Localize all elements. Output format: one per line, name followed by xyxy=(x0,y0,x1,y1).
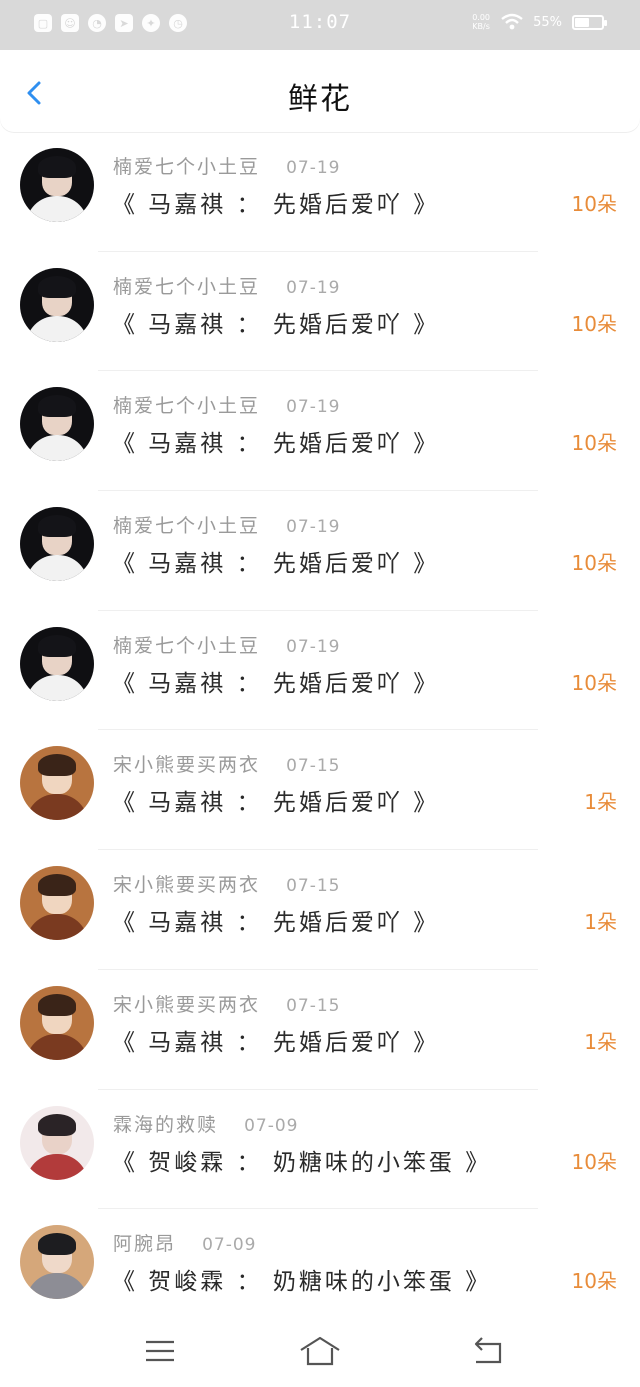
back-nav-button[interactable] xyxy=(470,1334,506,1368)
avatar[interactable] xyxy=(20,507,94,582)
book-title: 《 马嘉祺 ： 先婚后爱吖 》 xyxy=(112,192,440,218)
back-arrow-icon xyxy=(474,1337,502,1364)
avatar[interactable] xyxy=(20,387,94,462)
status-icons-right: 0.00 KB/s 55% xyxy=(471,13,607,31)
user-meta: 楠爱七个小土豆 07-19 xyxy=(113,152,340,179)
gift-date: 07-19 xyxy=(286,636,341,657)
list-item[interactable]: 楠爱七个小土豆 07-19 《 马嘉祺 ： 先婚后爱吖 》 10朵 xyxy=(0,132,640,252)
menu-button[interactable] xyxy=(142,1334,178,1368)
gift-date: 07-09 xyxy=(244,1115,299,1136)
user-name: 楠爱七个小土豆 xyxy=(113,156,261,178)
book-title: 《 贺峻霖 ： 奶糖味的小笨蛋 》 xyxy=(112,1149,492,1176)
flower-count: 10朵 xyxy=(571,1269,617,1294)
user-meta: 宋小熊要买两衣 07-15 xyxy=(113,870,340,897)
flower-list: 楠爱七个小土豆 07-19 《 马嘉祺 ： 先婚后爱吖 》 10朵 楠爱七个小土… xyxy=(0,132,640,1329)
flower-count: 10朵 xyxy=(571,551,617,576)
user-name: 楠爱七个小土豆 xyxy=(113,275,261,298)
flower-count: 1朵 xyxy=(584,1029,617,1054)
user-meta: 霖海的救赎 07-09 xyxy=(113,1110,298,1137)
user-meta: 楠爱七个小土豆 07-19 xyxy=(113,272,340,299)
page-title: 鲜花 xyxy=(288,82,352,117)
avatar[interactable] xyxy=(20,866,94,941)
list-item[interactable]: 宋小熊要买两衣 07-15 《 马嘉祺 ： 先婚后爱吖 》 1朵 xyxy=(0,970,640,1090)
book-title: 《 贺峻霖 ： 奶糖味的小笨蛋 》 xyxy=(112,1269,492,1296)
user-meta: 宋小熊要买两衣 07-15 xyxy=(113,990,340,1017)
avatar[interactable] xyxy=(20,746,94,821)
flower-count: 10朵 xyxy=(571,311,617,336)
user-name: 阿腕昂 xyxy=(113,1233,177,1256)
avatar[interactable] xyxy=(20,1225,94,1300)
menu-icon xyxy=(146,1340,174,1362)
user-name: 楠爱七个小土豆 xyxy=(113,634,261,657)
gift-date: 07-15 xyxy=(286,756,341,777)
user-meta: 楠爱七个小土豆 07-19 xyxy=(113,511,340,538)
flower-count: 10朵 xyxy=(571,1149,617,1174)
net-speed-unit: KB/s xyxy=(472,22,490,31)
net-speed: 0.00 KB/s xyxy=(471,13,491,31)
gift-date: 07-19 xyxy=(286,517,341,538)
status-bar: ▢ ☺ ◔ ➤ ✦ ◷ 11:07 0.00 KB/s 55% xyxy=(0,0,640,50)
gift-date: 07-15 xyxy=(286,995,341,1016)
flower-count: 10朵 xyxy=(571,192,617,216)
book-title: 《 马嘉祺 ： 先婚后爱吖 》 xyxy=(112,1029,440,1056)
bottom-nav xyxy=(0,1316,640,1387)
home-button[interactable] xyxy=(298,1334,342,1368)
list-item[interactable]: 楠爱七个小土豆 07-19 《 马嘉祺 ： 先婚后爱吖 》 10朵 xyxy=(0,491,640,611)
battery-level xyxy=(575,17,590,27)
user-meta: 阿腕昂 07-09 xyxy=(113,1229,256,1256)
flower-count: 1朵 xyxy=(584,910,617,935)
user-name: 宋小熊要买两衣 xyxy=(113,874,261,897)
list-item[interactable]: 楠爱七个小土豆 07-19 《 马嘉祺 ： 先婚后爱吖 》 10朵 xyxy=(0,371,640,492)
book-title: 《 马嘉祺 ： 先婚后爱吖 》 xyxy=(112,670,440,697)
book-title: 《 马嘉祺 ： 先婚后爱吖 》 xyxy=(112,910,440,937)
gift-date: 07-19 xyxy=(286,158,341,178)
gift-date: 07-09 xyxy=(202,1235,257,1256)
header: 鲜花 xyxy=(0,50,640,132)
avatar[interactable] xyxy=(20,1105,94,1180)
flower-count: 10朵 xyxy=(571,670,617,695)
list-item[interactable]: 宋小熊要买两衣 07-15 《 马嘉祺 ： 先婚后爱吖 》 1朵 xyxy=(0,850,640,970)
list-item[interactable]: 宋小熊要买两衣 07-15 《 马嘉祺 ： 先婚后爱吖 》 1朵 xyxy=(0,730,640,851)
book-title: 《 马嘉祺 ： 先婚后爱吖 》 xyxy=(112,311,440,338)
gift-date: 07-19 xyxy=(286,277,341,298)
avatar[interactable] xyxy=(20,267,94,342)
gift-date: 07-15 xyxy=(286,876,341,897)
user-name: 宋小熊要买两衣 xyxy=(113,754,261,777)
user-name: 楠爱七个小土豆 xyxy=(113,395,261,418)
battery-percent: 55% xyxy=(533,14,562,30)
book-title: 《 马嘉祺 ： 先婚后爱吖 》 xyxy=(112,551,440,578)
user-name: 霖海的救赎 xyxy=(113,1113,219,1136)
list-item[interactable]: 霖海的救赎 07-09 《 贺峻霖 ： 奶糖味的小笨蛋 》 10朵 xyxy=(0,1090,640,1210)
user-name: 楠爱七个小土豆 xyxy=(113,515,261,538)
user-meta: 宋小熊要买两衣 07-15 xyxy=(113,750,340,777)
list-item[interactable]: 楠爱七个小土豆 07-19 《 马嘉祺 ： 先婚后爱吖 》 10朵 xyxy=(0,611,640,731)
flower-count: 1朵 xyxy=(584,790,617,815)
flower-count: 10朵 xyxy=(571,431,617,456)
gift-date: 07-19 xyxy=(286,397,341,418)
battery-icon xyxy=(572,14,607,30)
avatar[interactable] xyxy=(20,626,94,701)
user-meta: 楠爱七个小土豆 07-19 xyxy=(113,391,340,418)
user-name: 宋小熊要买两衣 xyxy=(113,993,261,1016)
book-title: 《 马嘉祺 ： 先婚后爱吖 》 xyxy=(112,431,440,458)
home-icon xyxy=(300,1336,340,1366)
user-meta: 楠爱七个小土豆 07-19 xyxy=(113,631,340,658)
book-title: 《 马嘉祺 ： 先婚后爱吖 》 xyxy=(112,790,440,817)
net-speed-value: 0.00 xyxy=(472,13,490,22)
list-item[interactable]: 阿腕昂 07-09 《 贺峻霖 ： 奶糖味的小笨蛋 》 10朵 xyxy=(0,1209,640,1329)
wifi-icon xyxy=(501,13,523,31)
avatar[interactable] xyxy=(20,985,94,1060)
list-item[interactable]: 楠爱七个小土豆 07-19 《 马嘉祺 ： 先婚后爱吖 》 10朵 xyxy=(0,252,640,372)
avatar[interactable] xyxy=(20,148,94,222)
